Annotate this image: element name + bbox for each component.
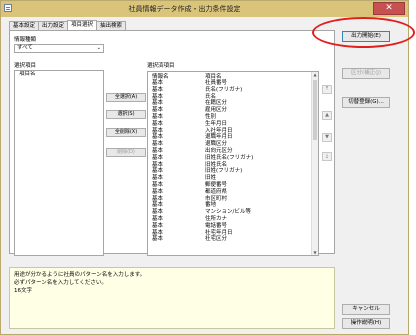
save-condition-button[interactable]: 切替登録(G)... — [342, 97, 390, 108]
move-down-button[interactable]: ▼ — [322, 133, 332, 142]
move-bottom-button[interactable]: ⤓ — [322, 152, 332, 161]
output-start-button[interactable]: 出力開始(E) — [342, 31, 390, 42]
list-item[interactable]: 基本 雇用区分 — [148, 107, 311, 114]
window-title: 社員情報データ作成・出力条件設定 — [128, 5, 241, 13]
row-info-name: 基本 — [152, 215, 164, 222]
move-up-button[interactable]: ▲ — [322, 111, 332, 120]
help-line-1: 用途が分かるように社員のパターン名を入力します。 — [14, 272, 146, 278]
list-item[interactable]: 基本 氏名(フリガナ) — [148, 87, 311, 94]
list-item[interactable]: 基本 退職区分 — [148, 141, 311, 148]
row-item-name: 氏名(フリガナ) — [205, 86, 243, 93]
delete-button[interactable]: 削除(D) — [106, 148, 146, 157]
list-item[interactable]: 基本 郵便番号 — [148, 182, 311, 189]
available-items-header: 項目名 — [19, 71, 36, 77]
list-item[interactable]: 基本 出向元区分 — [148, 148, 311, 155]
row-info-name: 基本 — [152, 147, 164, 154]
row-item-name: 電話番号 — [205, 222, 228, 229]
list-item[interactable]: 基本 社宅年月日 — [148, 230, 311, 237]
list-item[interactable]: 基本 在籍区分 — [148, 100, 311, 107]
list-item[interactable]: 基本 旧姓 — [148, 175, 311, 182]
selected-items-label: 選択済項目 — [147, 63, 175, 69]
row-item-name: 社員番号 — [205, 80, 228, 86]
row-info-name: 基本 — [152, 80, 164, 86]
row-info-name: 基本 — [152, 86, 164, 93]
row-info-name: 基本 — [152, 107, 164, 114]
list-item[interactable]: 基本 旧姓氏名(フリガナ) — [148, 155, 311, 162]
row-item-name: 雇用区分 — [205, 107, 228, 114]
row-item-name: 出向元区分 — [205, 147, 233, 154]
row-info-name: 基本 — [152, 222, 164, 229]
help-line-3: 16文字 — [14, 288, 32, 294]
list-item[interactable]: 基本 マンション/ビル等 — [148, 209, 311, 216]
list-item[interactable]: 基本 都道府県 — [148, 189, 311, 196]
column-header-item-name: 項目名 — [205, 74, 222, 80]
row-item-name: 生年月日 — [205, 120, 228, 127]
available-items-list[interactable]: 項目名 — [14, 70, 104, 256]
row-item-name: 郵便番号 — [205, 181, 228, 188]
move-top-button[interactable]: ⤒ — [322, 85, 332, 94]
row-item-name: 退職区分 — [205, 141, 228, 148]
list-item[interactable]: 基本 性別 — [148, 114, 311, 121]
selected-items-scrollbar[interactable]: ▲ ▼ — [311, 72, 318, 255]
scroll-up-icon[interactable]: ▲ — [312, 72, 318, 77]
row-info-name: 基本 — [152, 209, 164, 216]
info-type-value: すべて — [17, 45, 33, 51]
scroll-down-icon[interactable]: ▼ — [312, 250, 318, 255]
selected-items-header: 情報名 項目名 — [148, 72, 318, 80]
row-info-name: 基本 — [152, 141, 164, 148]
info-type-label: 情報種類 — [14, 37, 37, 43]
row-item-name: 性別 — [205, 113, 217, 120]
list-item[interactable]: 基本 旧姓(フリガナ) — [148, 168, 311, 175]
row-info-name: 基本 — [152, 188, 164, 195]
row-info-name: 基本 — [152, 154, 164, 161]
row-item-name: 社宅区分 — [205, 236, 228, 243]
list-item[interactable]: 基本 退職年月日 — [148, 134, 311, 141]
row-item-name: 都道府県 — [205, 188, 228, 195]
row-info-name: 基本 — [152, 120, 164, 127]
list-item[interactable]: 基本 生年月日 — [148, 121, 311, 128]
row-info-name: 基本 — [152, 175, 164, 182]
cancel-button[interactable]: キャンセル — [342, 304, 390, 315]
available-items-label: 選択項目 — [14, 63, 37, 69]
list-item[interactable]: 基本 社員番号 — [148, 80, 311, 87]
column-header-info-name: 情報名 — [152, 74, 169, 80]
row-item-name: マンション/ビル等 — [205, 209, 251, 216]
selected-items-rows: 基本 社員番号 基本 氏名(フリガナ) 基本 氏名 基本 在籍区分 基本 雇用区分 基本 性別 基本 生年… — [148, 80, 311, 243]
title-bar: 社員情報データ作成・出力条件設定 ✕ — [1, 1, 408, 17]
help-text-box: 用途が分かるように社員のパターン名を入力します。 必ずパターン名を入力してくださ… — [9, 267, 335, 329]
list-item[interactable]: 基本 市区町村 — [148, 196, 311, 203]
list-item[interactable]: 基本 氏名 — [148, 94, 311, 101]
close-button[interactable]: ✕ — [373, 2, 405, 15]
help-button[interactable]: 操作説明(H) — [342, 318, 390, 329]
selected-items-list[interactable]: 情報名 項目名 基本 社員番号 基本 氏名(フリガナ) 基本 氏名 基本 在籍区分 基本 雇用区分… — [147, 71, 319, 256]
chevron-down-icon: ⌄ — [96, 45, 101, 51]
select-button[interactable]: 選択(S) — [106, 110, 146, 119]
row-info-name: 基本 — [152, 181, 164, 188]
list-item[interactable]: 基本 社宅区分 — [148, 236, 311, 243]
list-item[interactable]: 基本 電話番号 — [148, 223, 311, 230]
app-window: 社員情報データ作成・出力条件設定 ✕ 基本設定 出力設定 項目選択 抽出検索 情… — [0, 0, 409, 335]
row-info-name: 基本 — [152, 236, 164, 243]
read-condition-button[interactable]: 区分(補正(J) — [342, 68, 390, 79]
info-type-select[interactable]: すべて ⌄ — [14, 44, 104, 53]
row-item-name: 旧姓氏名(フリガナ) — [205, 154, 254, 161]
item-selection-panel: 情報種類 すべて ⌄ 選択項目 項目名 全選択(A) 選択(S) 全削除(X) … — [9, 30, 335, 256]
list-item[interactable]: 基本 住所カナ — [148, 216, 311, 223]
deselect-all-button[interactable]: 全削除(X) — [106, 128, 146, 137]
help-line-2: 必ずパターン名を入力してください。 — [14, 280, 107, 286]
scroll-thumb[interactable] — [313, 80, 317, 140]
row-item-name: 住所カナ — [205, 215, 228, 222]
select-all-button[interactable]: 全選択(A) — [106, 93, 146, 102]
row-item-name: 旧姓 — [205, 175, 217, 182]
row-info-name: 基本 — [152, 113, 164, 120]
